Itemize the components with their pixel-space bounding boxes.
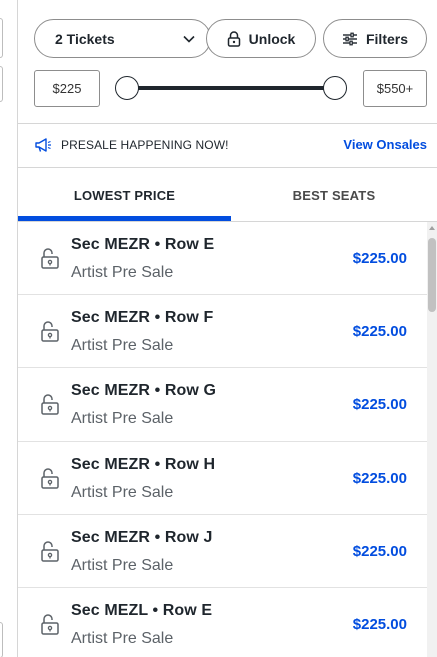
max-price-input[interactable]: $550+ [363,70,427,107]
view-onsales-link[interactable]: View Onsales [343,137,427,152]
gutter-edge [0,622,3,657]
tab-lowest-price[interactable]: LOWEST PRICE [18,168,231,222]
listing-row[interactable]: Sec MEZR • Row G Artist Pre Sale $225.00 [18,368,427,442]
min-price-handle[interactable] [115,76,139,100]
unlock-button[interactable]: Unlock [206,19,316,58]
ticket-quantity-select[interactable]: 2 Tickets [34,19,211,58]
unlock-label: Unlock [248,30,296,47]
listing-price: $225.00 [352,250,407,267]
listing-section-row: Sec MEZR • Row J [71,528,213,546]
listing-price: $225.00 [352,615,407,633]
listing-price: $225.00 [352,323,407,341]
ticket-listings-panel: 2 Tickets Unlock Filters $225 $550+ PRES… [18,0,437,657]
listing-sale-type: Artist Pre Sale [71,264,174,281]
listing-row[interactable]: Sec MEZR • Row E Artist Pre Sale $225.00 [18,222,427,296]
lock-icon [227,30,240,47]
listing-row[interactable]: Sec MEZR • Row J Artist Pre Sale $225.00 [18,515,427,588]
listing-price: $225.00 [352,542,407,560]
listing-row[interactable]: Sec MEZR • Row F Artist Pre Sale $225.00 [18,295,427,369]
listing-row[interactable]: Sec MEZR • Row H Artist Pre Sale $225.00 [18,442,427,515]
left-gutter [0,0,18,657]
unlocked-padlock-icon [41,614,59,635]
listing-sale-type: Artist Pre Sale [71,556,174,574]
unlocked-padlock-icon [41,248,59,269]
gutter-edge [0,66,3,102]
unlocked-padlock-icon [41,394,59,416]
listing-section-row: Sec MEZL • Row E [71,601,213,619]
max-price-handle[interactable] [323,76,347,100]
sliders-icon [342,32,357,45]
price-range-track[interactable] [126,86,336,90]
listing-sale-type: Artist Pre Sale [71,337,174,355]
listing-list: Sec MEZR • Row E Artist Pre Sale $225.00… [18,222,427,657]
listing-sale-type: Artist Pre Sale [71,410,174,428]
listing-section-row: Sec MEZR • Row H [71,455,216,473]
unlocked-padlock-icon [41,321,59,342]
filters-label: Filters [365,30,408,47]
listing-price: $225.00 [352,396,407,414]
unlocked-padlock-icon [41,467,59,489]
listing-row[interactable]: Sec MEZL • Row E Artist Pre Sale $225.00 [18,588,427,657]
listing-section-row: Sec MEZR • Row F [71,309,214,327]
listing-sale-type: Artist Pre Sale [71,629,174,647]
listing-section-row: Sec MEZR • Row G [71,382,216,400]
unlocked-padlock-icon [41,541,59,562]
megaphone-icon [35,138,51,152]
scroll-up-arrow-icon[interactable] [428,224,436,232]
filters-button[interactable]: Filters [323,19,427,58]
scrollbar-thumb[interactable] [428,238,436,312]
tab-best-seats[interactable]: BEST SEATS [231,168,437,222]
min-price-input[interactable]: $225 [34,70,100,107]
presale-text: PRESALE HAPPENING NOW! [61,138,229,152]
listing-section-row: Sec MEZR • Row E [71,236,215,253]
listing-sale-type: Artist Pre Sale [71,483,174,501]
gutter-edge [0,18,3,58]
presale-banner: PRESALE HAPPENING NOW! View Onsales [18,124,437,167]
listing-price: $225.00 [352,469,407,487]
ticket-quantity-label: 2 Tickets [55,30,115,47]
chevron-down-icon [183,35,195,43]
